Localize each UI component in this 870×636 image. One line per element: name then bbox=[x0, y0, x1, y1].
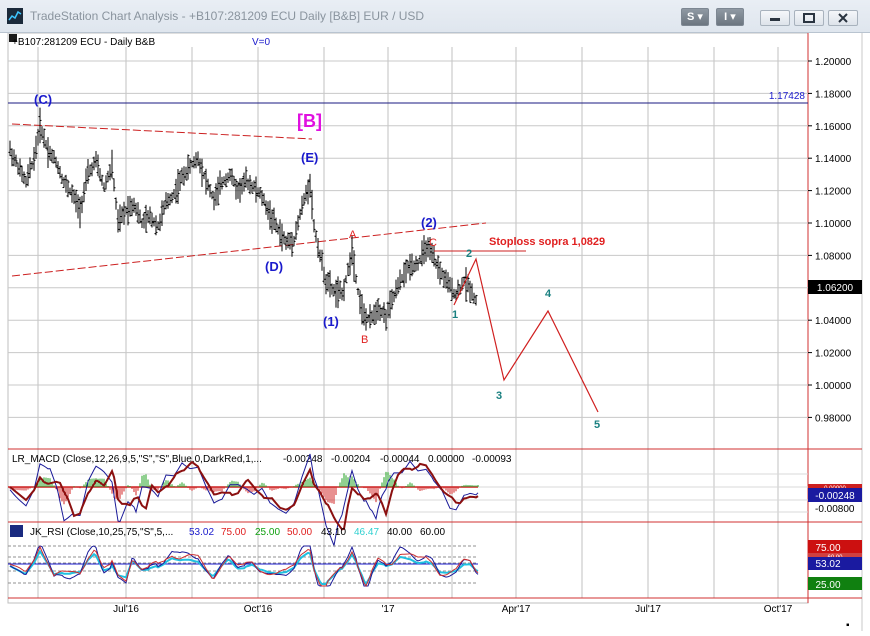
minimize-button[interactable] bbox=[760, 10, 790, 26]
wave-label-2: 2 bbox=[466, 248, 472, 260]
time-label-jul16: Jul'16 bbox=[113, 604, 139, 615]
rsi-value-3: 25.00 bbox=[255, 527, 280, 538]
maximize-button[interactable] bbox=[794, 10, 824, 26]
macd-label: LR_MACD (Close,12,26,9,5,"S","S",Blue,0,… bbox=[12, 454, 262, 465]
s-dropdown-button[interactable]: S ▾ bbox=[681, 8, 709, 26]
rsi-value-4: 50.00 bbox=[287, 527, 312, 538]
rsi-current-tag-text: 53.02 bbox=[815, 559, 840, 570]
wave-label-4: 4 bbox=[545, 288, 552, 300]
wave-label-b-bracket: [B] bbox=[297, 111, 322, 131]
tradestation-app-icon bbox=[7, 8, 23, 24]
macd-axis-tick: -0.00800 bbox=[815, 504, 855, 515]
i-dropdown-button[interactable]: I ▾ bbox=[716, 8, 744, 26]
maximize-icon bbox=[803, 13, 815, 23]
window-title: TradeStation Chart Analysis - +B107:2812… bbox=[30, 9, 425, 23]
minimize-icon bbox=[770, 18, 780, 21]
s-button-label: S bbox=[687, 11, 695, 23]
rsi-value-5: 43.10 bbox=[321, 527, 346, 538]
price-tick-label: 1.08000 bbox=[815, 251, 852, 262]
wave-label-c-major: (C) bbox=[34, 92, 52, 107]
rsi-indicator-icon bbox=[10, 525, 23, 537]
price-tick-label: 1.18000 bbox=[815, 89, 852, 100]
chart-canvas[interactable]: 1.20000 1.18000 1.16000 1.14000 1.12000 1.100… bbox=[0, 32, 870, 631]
rsi-value-2: 75.00 bbox=[221, 527, 246, 538]
macd-value-2: -0.00204 bbox=[331, 454, 371, 465]
time-label-17: '17 bbox=[381, 604, 394, 615]
wave-label-c: C bbox=[429, 237, 437, 249]
macd-value-4: 0.00000 bbox=[428, 454, 465, 465]
wave-label-1: 1 bbox=[452, 309, 458, 321]
resistance-line-label: 1.17428 bbox=[769, 91, 806, 102]
price-tick-label: 1.04000 bbox=[815, 316, 852, 327]
wave-label-e: (E) bbox=[301, 150, 318, 165]
volume-label: V=0 bbox=[252, 37, 271, 48]
i-button-label: I bbox=[724, 11, 728, 23]
last-price-value: 1.06200 bbox=[817, 283, 854, 294]
wave-label-d: (D) bbox=[265, 259, 283, 274]
macd-value-5: -0.00093 bbox=[472, 454, 512, 465]
time-label-jul17: Jul'17 bbox=[635, 604, 661, 615]
stoploss-label: Stoploss sopra 1,0829 bbox=[489, 236, 605, 248]
price-tick-label: 0.98000 bbox=[815, 413, 852, 424]
chart-area[interactable]: 1.20000 1.18000 1.16000 1.14000 1.12000 1.100… bbox=[0, 32, 870, 631]
wave-label-5: 5 bbox=[594, 419, 600, 431]
wave-label-b: B bbox=[361, 334, 368, 346]
scroll-marker-icon[interactable]: ▪ bbox=[846, 620, 850, 631]
price-tick-label: 1.20000 bbox=[815, 57, 852, 68]
price-tick-label: 1.12000 bbox=[815, 187, 852, 198]
time-label-oct16: Oct'16 bbox=[244, 604, 273, 615]
macd-value-tag-text: -0.00248 bbox=[815, 491, 855, 502]
rsi-label: JK_RSI (Close,10,25,75,"S",5,... bbox=[30, 527, 173, 538]
rsi-value-1: 53.02 bbox=[189, 527, 214, 538]
rsi-value-6: 46.47 bbox=[354, 527, 379, 538]
rsi-value-7: 40.00 bbox=[387, 527, 412, 538]
wave-label-1-paren: (1) bbox=[323, 314, 339, 329]
price-tick-label: 1.02000 bbox=[815, 349, 852, 360]
time-label-apr17: Apr'17 bbox=[502, 604, 531, 615]
macd-value-3: -0.00044 bbox=[380, 454, 420, 465]
rsi-value-8: 60.00 bbox=[420, 527, 445, 538]
price-tick-label: 1.16000 bbox=[815, 122, 852, 133]
wave-label-3: 3 bbox=[496, 390, 502, 402]
close-button[interactable] bbox=[828, 10, 858, 26]
wave-label-2-paren: (2) bbox=[421, 215, 437, 230]
rsi-75-tag-text: 75.00 bbox=[815, 543, 840, 554]
price-tick-label: 1.00000 bbox=[815, 381, 852, 392]
rsi-25-tag-text: 25.00 bbox=[815, 580, 840, 591]
symbol-label: +B107:281209 ECU - Daily B&B bbox=[12, 37, 155, 48]
price-tick-label: 1.10000 bbox=[815, 219, 852, 230]
price-tick-label: 1.14000 bbox=[815, 154, 852, 165]
close-icon bbox=[838, 13, 848, 23]
macd-value-1: -0.00248 bbox=[283, 454, 323, 465]
wave-label-a: A bbox=[349, 229, 357, 241]
time-label-oct17: Oct'17 bbox=[764, 604, 793, 615]
title-bar: TradeStation Chart Analysis - +B107:2812… bbox=[0, 0, 870, 33]
